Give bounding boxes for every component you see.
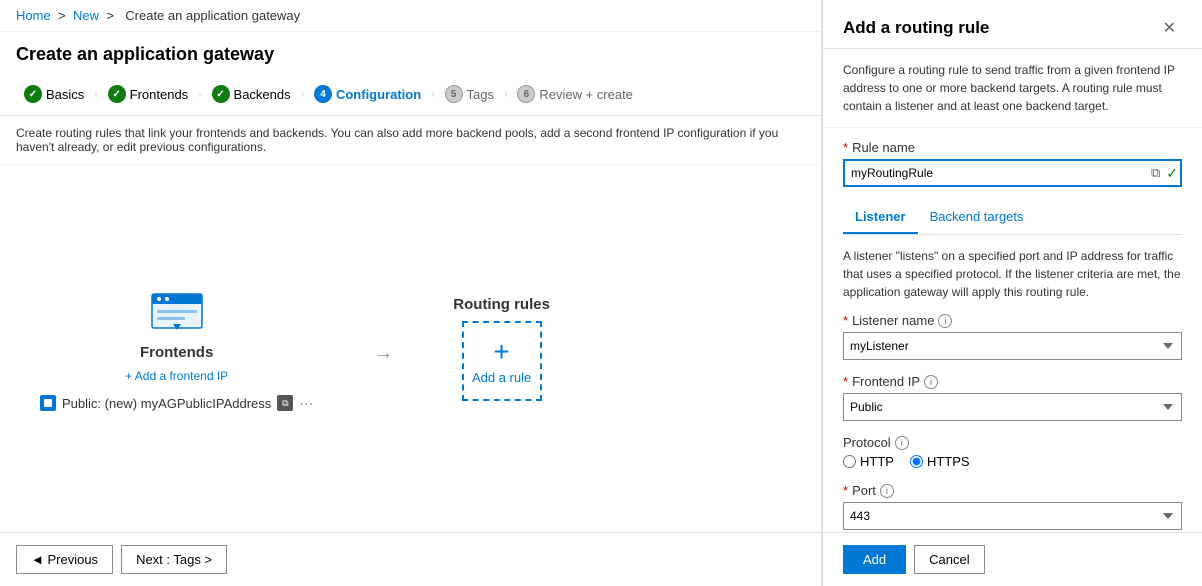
more-options-btn[interactable]: ··· bbox=[299, 395, 313, 411]
main-content: Frontends + Add a frontend IP Public: (n… bbox=[0, 165, 821, 532]
step-label-tags: Tags bbox=[467, 87, 494, 102]
protocol-https-radio[interactable] bbox=[910, 455, 923, 468]
breadcrumb-new[interactable]: New bbox=[73, 8, 99, 23]
check-icon: ✓ bbox=[1166, 165, 1178, 182]
port-label: * Port i bbox=[843, 483, 1182, 498]
page-title: Create an application gateway bbox=[0, 32, 821, 73]
flyout-title: Add a routing rule bbox=[843, 18, 989, 38]
rule-name-row: * Rule name ⧉ ✓ bbox=[843, 140, 1182, 187]
next-button[interactable]: Next : Tags > bbox=[121, 545, 227, 574]
cancel-button[interactable]: Cancel bbox=[914, 545, 984, 574]
step-configuration[interactable]: 4 Configuration bbox=[306, 81, 429, 107]
listener-name-select[interactable]: myListener bbox=[843, 332, 1182, 360]
step-circle-tags: 5 bbox=[445, 85, 463, 103]
flyout-actions: Add Cancel bbox=[823, 532, 1202, 586]
step-label-configuration: Configuration bbox=[336, 87, 421, 102]
step-circle-backends: ✓ bbox=[212, 85, 230, 103]
flyout-header: Add a routing rule ✕ bbox=[823, 0, 1202, 49]
step-circle-configuration: 4 bbox=[314, 85, 332, 103]
rule-name-input[interactable] bbox=[843, 159, 1182, 187]
plus-icon: + bbox=[493, 338, 509, 366]
right-panel: Add a routing rule ✕ Configure a routing… bbox=[822, 0, 1202, 586]
listener-name-info: i bbox=[938, 314, 952, 328]
tab-bar: Listener Backend targets bbox=[843, 201, 1182, 235]
frontends-title: Frontends bbox=[140, 344, 213, 361]
frontend-item-icon bbox=[40, 395, 56, 411]
protocol-https-option[interactable]: HTTPS bbox=[910, 454, 970, 469]
rule-name-label: * Rule name bbox=[843, 140, 1182, 155]
step-frontends[interactable]: ✓ Frontends bbox=[100, 81, 197, 107]
step-label-review: Review + create bbox=[539, 87, 633, 102]
listener-name-label: * Listener name i bbox=[843, 313, 1182, 328]
protocol-row: Protocol i HTTP HTTPS bbox=[843, 435, 1182, 469]
step-review[interactable]: 6 Review + create bbox=[509, 81, 641, 107]
flyout-body: * Rule name ⧉ ✓ Listener Backend targets bbox=[823, 128, 1202, 532]
rule-name-input-container: ⧉ ✓ bbox=[843, 159, 1182, 187]
step-label-frontends: Frontends bbox=[130, 87, 189, 102]
protocol-info: i bbox=[895, 436, 909, 450]
frontend-ip-row: * Frontend IP i Public bbox=[843, 374, 1182, 421]
port-row: * Port i 443 bbox=[843, 483, 1182, 530]
breadcrumb: Home > New > Create an application gatew… bbox=[0, 0, 821, 32]
copy-icon[interactable]: ⧉ bbox=[277, 395, 293, 411]
protocol-http-option[interactable]: HTTP bbox=[843, 454, 894, 469]
protocol-radio-group: HTTP HTTPS bbox=[843, 454, 1182, 469]
add-frontend-link[interactable]: + Add a frontend IP bbox=[125, 369, 228, 383]
protocol-label: Protocol i bbox=[843, 435, 1182, 450]
breadcrumb-current: Create an application gateway bbox=[125, 8, 300, 23]
previous-button[interactable]: ◄ Previous bbox=[16, 545, 113, 574]
add-rule-button[interactable]: + Add a rule bbox=[462, 321, 542, 401]
step-circle-basics: ✓ bbox=[24, 85, 42, 103]
listener-name-row: * Listener name i myListener bbox=[843, 313, 1182, 360]
step-label-backends: Backends bbox=[234, 87, 291, 102]
add-rule-label: Add a rule bbox=[472, 370, 531, 385]
listener-description: A listener "listens" on a specified port… bbox=[843, 247, 1182, 301]
copy-rule-icon[interactable]: ⧉ bbox=[1149, 163, 1162, 183]
port-info: i bbox=[880, 484, 894, 498]
bottom-bar: ◄ Previous Next : Tags > bbox=[0, 532, 821, 586]
connector-arrow: → bbox=[373, 332, 393, 365]
frontend-icon bbox=[147, 286, 207, 336]
flyout-description: Configure a routing rule to send traffic… bbox=[823, 49, 1202, 128]
frontend-item-label: Public: (new) myAGPublicIPAddress bbox=[62, 396, 271, 411]
frontend-ip-select[interactable]: Public bbox=[843, 393, 1182, 421]
tab-backend[interactable]: Backend targets bbox=[918, 201, 1036, 234]
close-button[interactable]: ✕ bbox=[1157, 16, 1182, 40]
step-tags[interactable]: 5 Tags bbox=[437, 81, 502, 107]
step-basics[interactable]: ✓ Basics bbox=[16, 81, 92, 107]
left-panel: Home > New > Create an application gatew… bbox=[0, 0, 822, 586]
frontend-item: Public: (new) myAGPublicIPAddress ⧉ ··· bbox=[40, 395, 313, 411]
wizard-steps: ✓ Basics › ✓ Frontends › ✓ Backends › 4 … bbox=[0, 73, 821, 116]
add-button[interactable]: Add bbox=[843, 545, 906, 574]
tab-listener[interactable]: Listener bbox=[843, 201, 918, 234]
protocol-http-radio[interactable] bbox=[843, 455, 856, 468]
step-label-basics: Basics bbox=[46, 87, 84, 102]
frontends-box: Frontends + Add a frontend IP Public: (n… bbox=[40, 286, 313, 411]
routing-box: Routing rules + Add a rule bbox=[453, 296, 550, 401]
step-circle-frontends: ✓ bbox=[108, 85, 126, 103]
breadcrumb-home[interactable]: Home bbox=[16, 8, 51, 23]
port-select[interactable]: 443 bbox=[843, 502, 1182, 530]
step-circle-review: 6 bbox=[517, 85, 535, 103]
description: Create routing rules that link your fron… bbox=[0, 116, 821, 165]
frontend-ip-info: i bbox=[924, 375, 938, 389]
step-backends[interactable]: ✓ Backends bbox=[204, 81, 299, 107]
frontend-ip-label: * Frontend IP i bbox=[843, 374, 1182, 389]
routing-title: Routing rules bbox=[453, 296, 550, 313]
